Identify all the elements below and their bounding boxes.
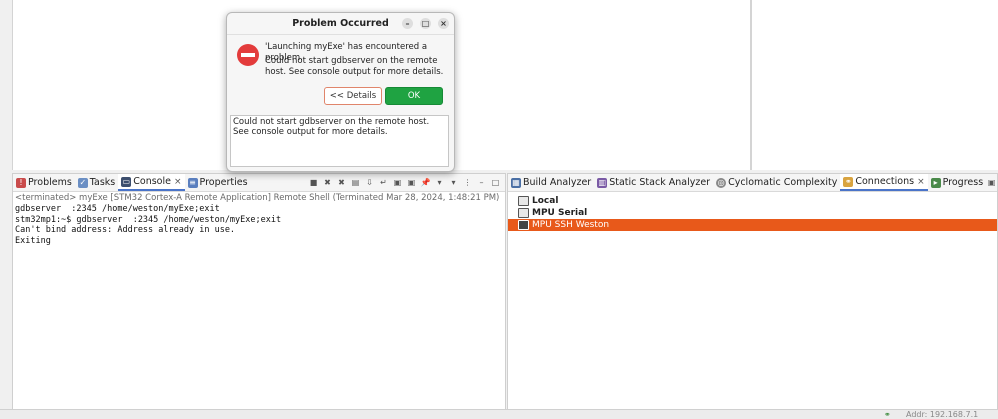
build-analyzer-icon: ▦ [511, 177, 521, 188]
pin-console-icon[interactable]: 📌 [420, 177, 431, 188]
console-view: ! Problems ✓ Tasks ▭ Console × ≡ Propert… [12, 173, 506, 411]
complexity-icon: ◎ [716, 177, 727, 188]
serial-icon [518, 208, 529, 218]
details-button[interactable]: << Details [324, 87, 382, 105]
problems-icon: ! [16, 177, 26, 188]
connection-local[interactable]: Local [508, 195, 997, 207]
tab-problems[interactable]: ! Problems [13, 174, 75, 191]
maximize-icon[interactable]: □ [490, 177, 501, 188]
minimize-icon[interactable]: – [476, 177, 487, 188]
tab-label: Build Analyzer [523, 177, 592, 188]
connection-mpu-serial[interactable]: MPU Serial [508, 207, 997, 219]
open-console-icon[interactable]: ▾ [448, 177, 459, 188]
ok-button[interactable]: OK [385, 87, 443, 105]
remove-launch-icon[interactable]: ✖ [322, 177, 333, 188]
scroll-lock-icon[interactable]: ⇩ [364, 177, 375, 188]
connections-view: ▦ Build Analyzer ▥ Static Stack Analyzer… [507, 173, 998, 411]
problem-dialog: Problem Occurred – □ × 'Launching myExe'… [226, 12, 455, 172]
terminal-icon [518, 220, 529, 230]
tab-label: Tasks [89, 177, 116, 188]
tab-label: Cyclomatic Complexity [728, 177, 838, 188]
terminate-icon[interactable]: ■ [308, 177, 319, 188]
connections-icon: ⚭ [843, 176, 854, 187]
console-line: stm32mp1:~$ gdbserver :2345 /home/weston… [15, 214, 282, 225]
collapse-icon[interactable]: ▣ [986, 177, 997, 188]
dialog-title: Problem Occurred [292, 18, 389, 29]
tab-tasks[interactable]: ✓ Tasks [75, 174, 118, 191]
tab-static-stack-analyzer[interactable]: ▥ Static Stack Analyzer [594, 174, 713, 191]
details-text-area[interactable]: Could not start gdbserver on the remote … [230, 115, 449, 167]
word-wrap-icon[interactable]: ↵ [378, 177, 389, 188]
tab-connections[interactable]: ⚭ Connections × [840, 174, 928, 191]
properties-icon: ≡ [187, 177, 198, 188]
left-gutter [0, 0, 12, 418]
console-line: Exiting [15, 235, 51, 246]
close-icon[interactable]: × [917, 177, 925, 187]
connections-tabbar: ▦ Build Analyzer ▥ Static Stack Analyzer… [508, 174, 997, 192]
tab-label: Static Stack Analyzer [609, 177, 711, 188]
tab-label: Properties [199, 177, 248, 188]
console-line: gdbserver :2345 /home/weston/myExe;exit [15, 204, 220, 214]
connections-toolbar: ▣ ▤ ⋮ – □ [986, 177, 997, 188]
display-console-icon[interactable]: ▾ [434, 177, 445, 188]
connection-mpu-ssh-weston[interactable]: MPU SSH Weston [508, 219, 997, 231]
view-menu-icon[interactable]: ⋮ [462, 177, 473, 188]
tab-build-analyzer[interactable]: ▦ Build Analyzer [508, 174, 594, 191]
clear-console-icon[interactable]: ▤ [350, 177, 361, 188]
console-output[interactable]: gdbserver :2345 /home/weston/myExe;exit s… [13, 204, 505, 246]
tab-label: Problems [28, 177, 72, 188]
maximize-icon[interactable]: □ [420, 18, 431, 29]
tab-label: Connections [855, 176, 915, 187]
tab-label: Console [133, 176, 171, 187]
close-icon[interactable]: × [174, 177, 182, 187]
connection-label: MPU Serial [532, 208, 588, 218]
dialog-titlebar[interactable]: Problem Occurred – □ × [227, 13, 454, 35]
minimize-icon[interactable]: – [402, 18, 413, 29]
error-icon [237, 44, 259, 66]
tab-properties[interactable]: ≡ Properties [185, 174, 251, 191]
tab-cyclomatic-complexity[interactable]: ◎ Cyclomatic Complexity [713, 174, 840, 191]
console-toolbar: ■ ✖ ✖ ▤ ⇩ ↵ ▣ ▣ 📌 ▾ ▾ ⋮ – □ [308, 177, 505, 188]
show-on-error-icon[interactable]: ▣ [406, 177, 417, 188]
console-line: Can't bind address: Address already in u… [15, 225, 236, 235]
console-tabbar: ! Problems ✓ Tasks ▭ Console × ≡ Propert… [13, 174, 505, 192]
connection-label: MPU SSH Weston [532, 220, 610, 230]
dialog-reason: Could not start gdbserver on the remote … [265, 56, 444, 77]
remove-all-icon[interactable]: ✖ [336, 177, 347, 188]
console-launch-header: <terminated> myExe [STM32 Cortex-A Remot… [15, 193, 500, 203]
stack-analyzer-icon: ▥ [597, 177, 608, 188]
computer-icon [518, 196, 529, 206]
outline-panel[interactable] [751, 0, 998, 170]
connection-label: Local [532, 196, 559, 206]
console-icon: ▭ [121, 176, 132, 187]
progress-icon: ▸ [930, 177, 941, 188]
tab-progress[interactable]: ▸ Progress [928, 174, 987, 191]
tab-console[interactable]: ▭ Console × [118, 174, 185, 191]
show-on-output-icon[interactable]: ▣ [392, 177, 403, 188]
tab-label: Progress [942, 177, 984, 188]
close-icon[interactable]: × [438, 18, 449, 29]
tasks-icon: ✓ [77, 177, 88, 188]
